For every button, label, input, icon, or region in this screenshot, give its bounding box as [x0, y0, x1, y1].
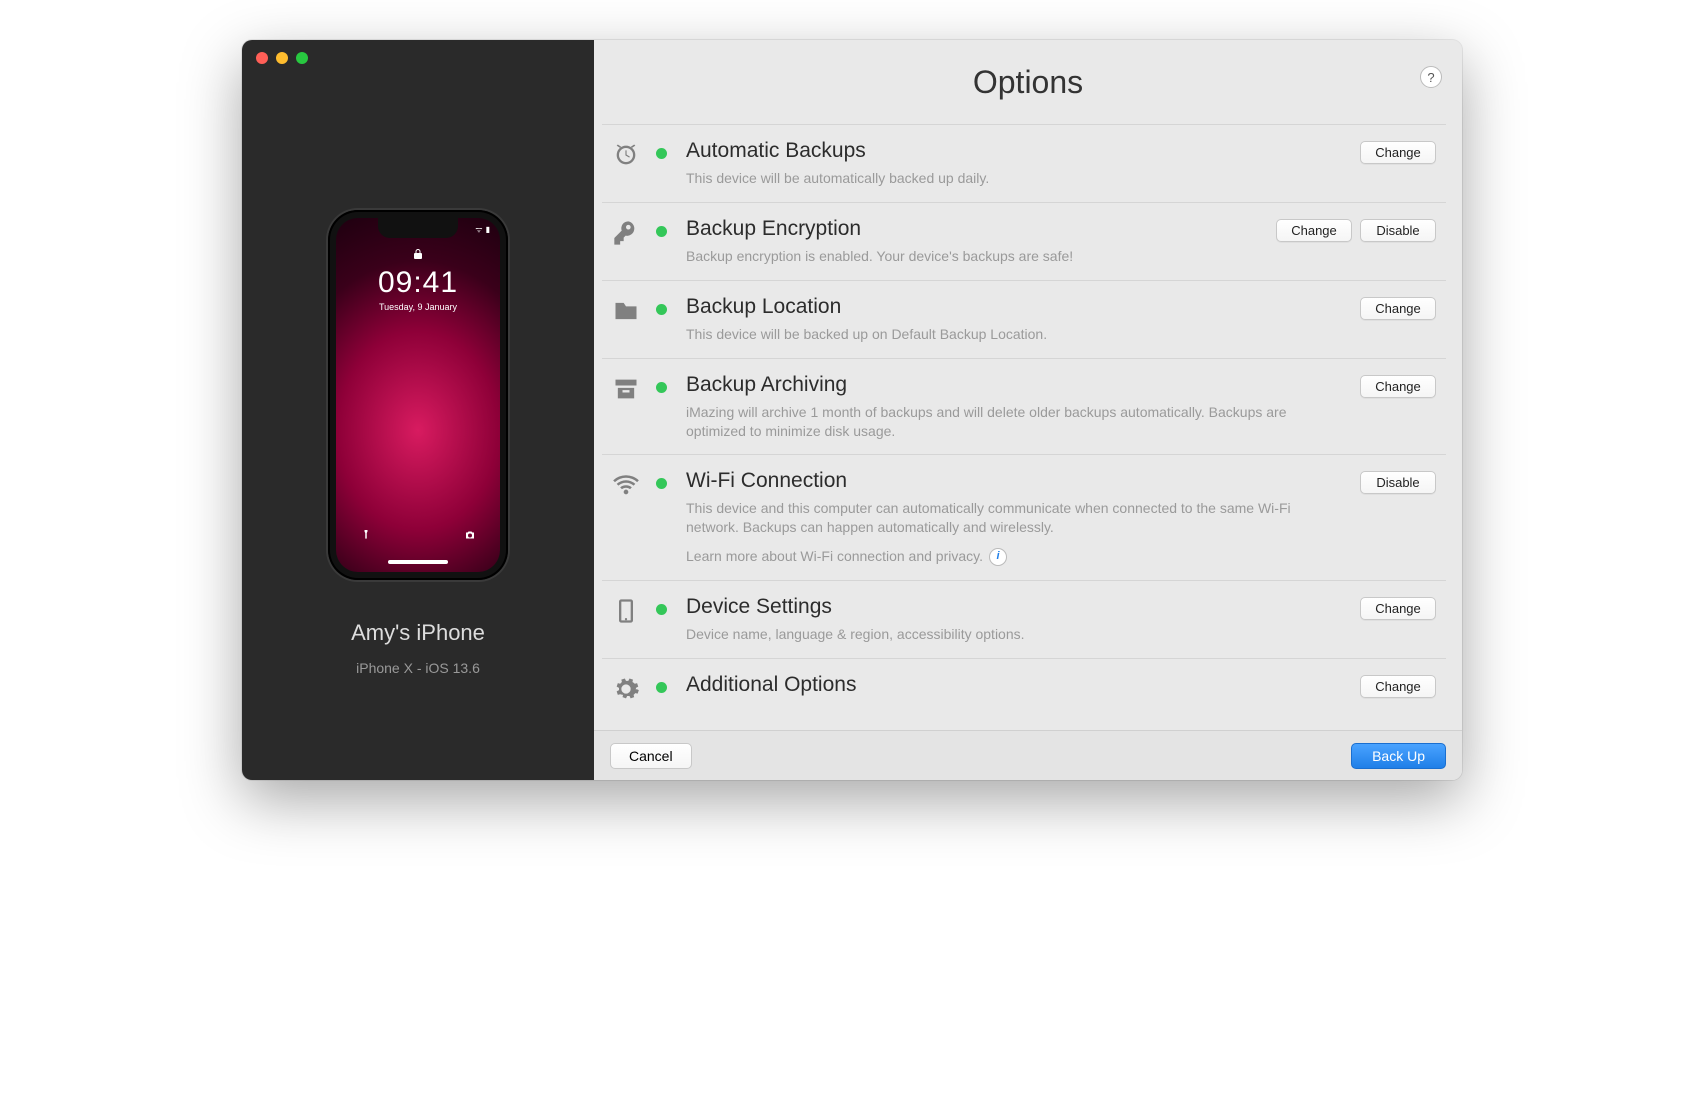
- change-button[interactable]: Change: [1360, 675, 1436, 698]
- change-button[interactable]: Change: [1360, 597, 1436, 620]
- lock-icon: [412, 248, 424, 263]
- page-title: Options: [973, 64, 1083, 101]
- key-icon: [604, 217, 648, 247]
- status-dot: [656, 604, 667, 615]
- sidebar: ᯤ ▮ 09:41 Tuesday, 9 January: [242, 40, 594, 780]
- option-description: Device name, language & region, accessib…: [686, 625, 1332, 644]
- option-description: Backup encryption is enabled. Your devic…: [686, 247, 1248, 266]
- device-model-os: iPhone X - iOS 13.6: [356, 660, 480, 676]
- option-description-text: This device and this computer can automa…: [686, 500, 1291, 535]
- options-list[interactable]: Automatic Backups This device will be au…: [594, 124, 1462, 730]
- learn-more-text: Learn more about Wi-Fi connection and pr…: [686, 547, 983, 566]
- option-description: iMazing will archive 1 month of backups …: [686, 403, 1332, 441]
- change-button[interactable]: Change: [1360, 297, 1436, 320]
- status-dot: [656, 148, 667, 159]
- option-row-wifi-connection: Wi-Fi Connection This device and this co…: [602, 454, 1446, 580]
- option-title: Backup Encryption: [686, 217, 1248, 241]
- option-row-backup-encryption: Backup Encryption Backup encryption is e…: [602, 202, 1446, 280]
- option-title: Backup Location: [686, 295, 1332, 319]
- status-dot: [656, 382, 667, 393]
- lockscreen-time: 09:41: [336, 266, 500, 300]
- home-indicator: [388, 560, 448, 564]
- phone-notch: [378, 218, 458, 238]
- battery-glyph-icon: ▮: [486, 225, 490, 234]
- option-description: This device will be automatically backed…: [686, 169, 1332, 188]
- option-row-backup-archiving: Backup Archiving iMazing will archive 1 …: [602, 358, 1446, 455]
- disable-button[interactable]: Disable: [1360, 471, 1436, 494]
- status-dot: [656, 304, 667, 315]
- wifi-icon: [604, 469, 648, 499]
- phone-icon: [604, 595, 648, 625]
- device-preview: ᯤ ▮ 09:41 Tuesday, 9 January: [328, 210, 508, 676]
- device-name: Amy's iPhone: [351, 620, 485, 646]
- folder-icon: [604, 295, 648, 325]
- option-row-device-settings: Device Settings Device name, language & …: [602, 580, 1446, 658]
- phone-status-bar: ᯤ ▮: [475, 224, 490, 235]
- app-window: ᯤ ▮ 09:41 Tuesday, 9 January: [242, 40, 1462, 780]
- window-controls: [256, 52, 308, 64]
- change-button[interactable]: Change: [1360, 375, 1436, 398]
- archive-icon: [604, 373, 648, 403]
- info-icon[interactable]: i: [989, 548, 1007, 566]
- lockscreen-date: Tuesday, 9 January: [336, 302, 500, 312]
- lockscreen-shortcuts: [336, 529, 500, 544]
- phone-frame: ᯤ ▮ 09:41 Tuesday, 9 January: [328, 210, 508, 580]
- option-description: This device and this computer can automa…: [686, 499, 1332, 566]
- status-dot: [656, 682, 667, 693]
- option-row-backup-location: Backup Location This device will be back…: [602, 280, 1446, 358]
- option-title: Wi-Fi Connection: [686, 469, 1332, 493]
- phone-screen: ᯤ ▮ 09:41 Tuesday, 9 January: [336, 218, 500, 572]
- alarm-clock-icon: [604, 139, 648, 169]
- option-title: Automatic Backups: [686, 139, 1332, 163]
- close-window-button[interactable]: [256, 52, 268, 64]
- status-dot: [656, 226, 667, 237]
- option-row-additional-options: Additional Options Change: [602, 658, 1446, 703]
- gear-icon: [604, 673, 648, 703]
- main-panel: Options ? Automatic Backups This device …: [594, 40, 1462, 780]
- cancel-button[interactable]: Cancel: [610, 743, 692, 769]
- option-title: Backup Archiving: [686, 373, 1332, 397]
- minimize-window-button[interactable]: [276, 52, 288, 64]
- option-row-automatic-backups: Automatic Backups This device will be au…: [602, 124, 1446, 202]
- change-button[interactable]: Change: [1276, 219, 1352, 242]
- zoom-window-button[interactable]: [296, 52, 308, 64]
- change-button[interactable]: Change: [1360, 141, 1436, 164]
- camera-icon: [464, 529, 476, 544]
- footer: Cancel Back Up: [594, 730, 1462, 780]
- wifi-glyph-icon: ᯤ: [475, 224, 482, 235]
- help-button[interactable]: ?: [1420, 66, 1442, 88]
- option-title: Additional Options: [686, 673, 1332, 697]
- status-dot: [656, 478, 667, 489]
- option-title: Device Settings: [686, 595, 1332, 619]
- back-up-button[interactable]: Back Up: [1351, 743, 1446, 769]
- flashlight-icon: [360, 529, 372, 544]
- disable-button[interactable]: Disable: [1360, 219, 1436, 242]
- header: Options ?: [594, 40, 1462, 124]
- option-description: This device will be backed up on Default…: [686, 325, 1332, 344]
